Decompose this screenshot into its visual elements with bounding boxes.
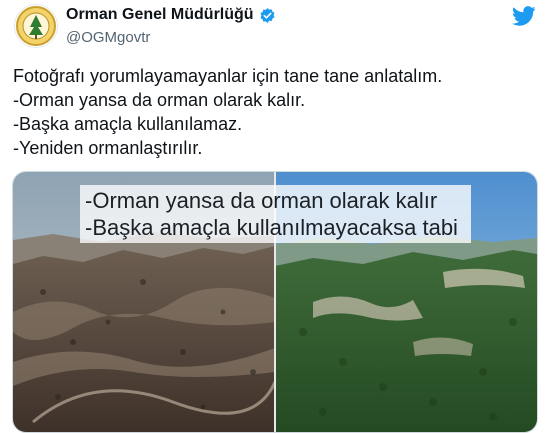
verified-badge-icon (260, 7, 275, 23)
tweet-line: Fotoğrafı yorumlayamayanlar için tane ta… (13, 66, 443, 86)
overlay-caption-line: -Orman yansa da orman olarak kalır (85, 188, 438, 213)
tweet-line: -Yeniden ormanlaştırılır. (13, 138, 203, 158)
handle[interactable]: @OGMgovtr (66, 29, 150, 46)
overlay-caption-line: -Başka amaçla kullanılmayacaksa tabi (85, 215, 458, 240)
avatar[interactable] (14, 4, 58, 48)
twitter-bird-icon[interactable] (512, 4, 536, 28)
org-logo-icon (16, 6, 56, 46)
tweet-line: -Orman yansa da orman olarak kalır. (13, 90, 306, 110)
display-name[interactable]: Orman Genel Müdürlüğü (66, 6, 254, 24)
tweet-line: -Başka amaçla kullanılamaz. (13, 114, 243, 134)
tweet-text: Fotoğrafı yorumlayamayanlar için tane ta… (13, 64, 533, 160)
burned-hillside (13, 246, 275, 432)
tweet-media[interactable]: -Orman yansa da orman olarak kalır -Başk… (12, 171, 538, 433)
